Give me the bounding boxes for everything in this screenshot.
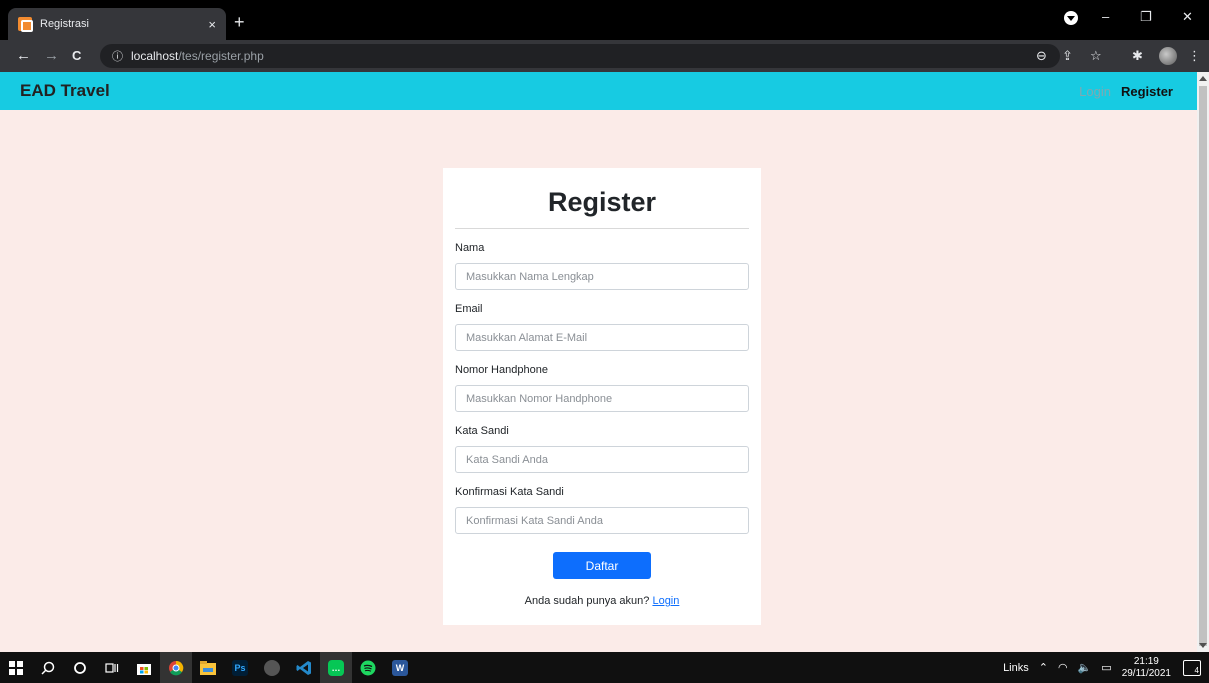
nav-links: Login Register bbox=[1079, 84, 1173, 99]
login-link[interactable]: Login bbox=[652, 595, 679, 607]
vscode-icon[interactable] bbox=[288, 652, 320, 683]
new-tab-icon[interactable]: + bbox=[234, 12, 245, 33]
line-icon[interactable]: … bbox=[320, 652, 352, 683]
notification-icon[interactable]: 4 bbox=[1183, 659, 1201, 676]
confirm-password-input[interactable] bbox=[455, 507, 749, 534]
email-input[interactable] bbox=[455, 324, 749, 351]
browser-menu-icon[interactable]: ⋮ bbox=[1188, 48, 1201, 64]
photoshop-icon[interactable]: Ps bbox=[224, 652, 256, 683]
browser-tab-strip: Registrasi × + – ❐ ✕ bbox=[0, 0, 1209, 40]
login-prompt: Anda sudah punya akun? Login bbox=[455, 595, 749, 607]
links-toolbar[interactable]: Links bbox=[1003, 662, 1029, 674]
nama-input[interactable] bbox=[455, 263, 749, 290]
password-label: Kata Sandi bbox=[455, 425, 509, 437]
extensions-icon[interactable]: ✱ bbox=[1132, 48, 1143, 64]
reload-icon[interactable]: C bbox=[72, 48, 81, 63]
task-view-icon[interactable] bbox=[96, 652, 128, 683]
site-navbar: EAD Travel Login Register bbox=[0, 72, 1197, 110]
url-host: localhost bbox=[131, 49, 179, 63]
wifi-icon[interactable]: ◠ bbox=[1058, 661, 1068, 674]
volume-icon[interactable]: 🔈 bbox=[1078, 661, 1092, 674]
nav-register-link[interactable]: Register bbox=[1121, 84, 1173, 99]
system-tray: Links ⌃ ◠ 🔈 ▭ 21:19 29/11/2021 4 bbox=[1003, 652, 1209, 683]
browser-toolbar: ← → C ⓘ localhost/tes/register.php ⊖ ⇪ ☆… bbox=[0, 40, 1209, 72]
minimize-icon[interactable]: – bbox=[1102, 9, 1109, 24]
tab-search-icon[interactable] bbox=[1064, 11, 1078, 25]
share-icon[interactable]: ⇪ bbox=[1062, 48, 1073, 64]
nav-login-link[interactable]: Login bbox=[1079, 84, 1111, 99]
tab-close-icon[interactable]: × bbox=[208, 17, 216, 32]
bookmark-star-icon[interactable]: ☆ bbox=[1090, 48, 1102, 64]
confirm-password-label: Konfirmasi Kata Sandi bbox=[455, 486, 564, 498]
chevron-up-icon[interactable]: ⌃ bbox=[1039, 661, 1048, 674]
url-path: /tes/register.php bbox=[178, 49, 264, 63]
title-divider bbox=[455, 228, 749, 229]
zoom-icon[interactable]: ⊖ bbox=[1036, 48, 1047, 64]
site-info-icon[interactable]: ⓘ bbox=[112, 48, 123, 64]
email-label: Email bbox=[455, 303, 483, 315]
scrollbar-thumb[interactable] bbox=[1199, 86, 1207, 646]
password-input[interactable] bbox=[455, 446, 749, 473]
spotify-icon[interactable] bbox=[352, 652, 384, 683]
restore-icon[interactable]: ❐ bbox=[1140, 9, 1152, 25]
page-viewport: EAD Travel Login Register Register Nama … bbox=[0, 72, 1197, 652]
scroll-up-icon[interactable] bbox=[1199, 76, 1207, 81]
close-window-icon[interactable]: ✕ bbox=[1182, 9, 1193, 25]
daftar-button[interactable]: Daftar bbox=[553, 552, 651, 579]
nama-label: Nama bbox=[455, 242, 485, 254]
clock-date: 29/11/2021 bbox=[1121, 667, 1171, 679]
cortana-icon[interactable] bbox=[64, 652, 96, 683]
brand-logo[interactable]: EAD Travel bbox=[20, 81, 110, 101]
clock[interactable]: 21:19 29/11/2021 bbox=[1122, 656, 1171, 680]
search-icon[interactable] bbox=[32, 652, 64, 683]
back-arrow-icon[interactable]: ← bbox=[16, 47, 31, 64]
phone-label: Nomor Handphone bbox=[455, 364, 548, 376]
chrome-icon[interactable] bbox=[160, 652, 192, 683]
tab-title: Registrasi bbox=[40, 18, 89, 30]
scroll-down-icon[interactable] bbox=[1199, 643, 1207, 648]
profile-avatar[interactable] bbox=[1159, 47, 1177, 65]
notification-count: 4 bbox=[1194, 665, 1199, 675]
form-title: Register bbox=[547, 187, 657, 217]
windows-start-icon[interactable] bbox=[0, 652, 32, 683]
word-icon[interactable]: W bbox=[384, 652, 416, 683]
windows-taskbar: Ps … W Links ⌃ ◠ 🔈 ▭ 21:19 29/11/2021 4 bbox=[0, 652, 1209, 683]
address-bar[interactable]: ⓘ localhost/tes/register.php bbox=[100, 44, 1060, 68]
xampp-favicon-icon bbox=[18, 17, 33, 32]
battery-icon[interactable]: ▭ bbox=[1101, 661, 1111, 674]
register-card: Register Nama Email Nomor Handphone Kata… bbox=[443, 168, 761, 625]
login-prompt-text: Anda sudah punya akun? bbox=[524, 595, 653, 607]
clock-time: 21:19 bbox=[1133, 655, 1159, 667]
store-icon[interactable] bbox=[128, 652, 160, 683]
page-scrollbar[interactable] bbox=[1197, 72, 1209, 652]
forward-arrow-icon[interactable]: → bbox=[44, 47, 59, 64]
browser-tab[interactable]: Registrasi × bbox=[8, 8, 226, 40]
phone-input[interactable] bbox=[455, 385, 749, 412]
inkscape-icon[interactable] bbox=[256, 652, 288, 683]
file-explorer-icon[interactable] bbox=[192, 652, 224, 683]
